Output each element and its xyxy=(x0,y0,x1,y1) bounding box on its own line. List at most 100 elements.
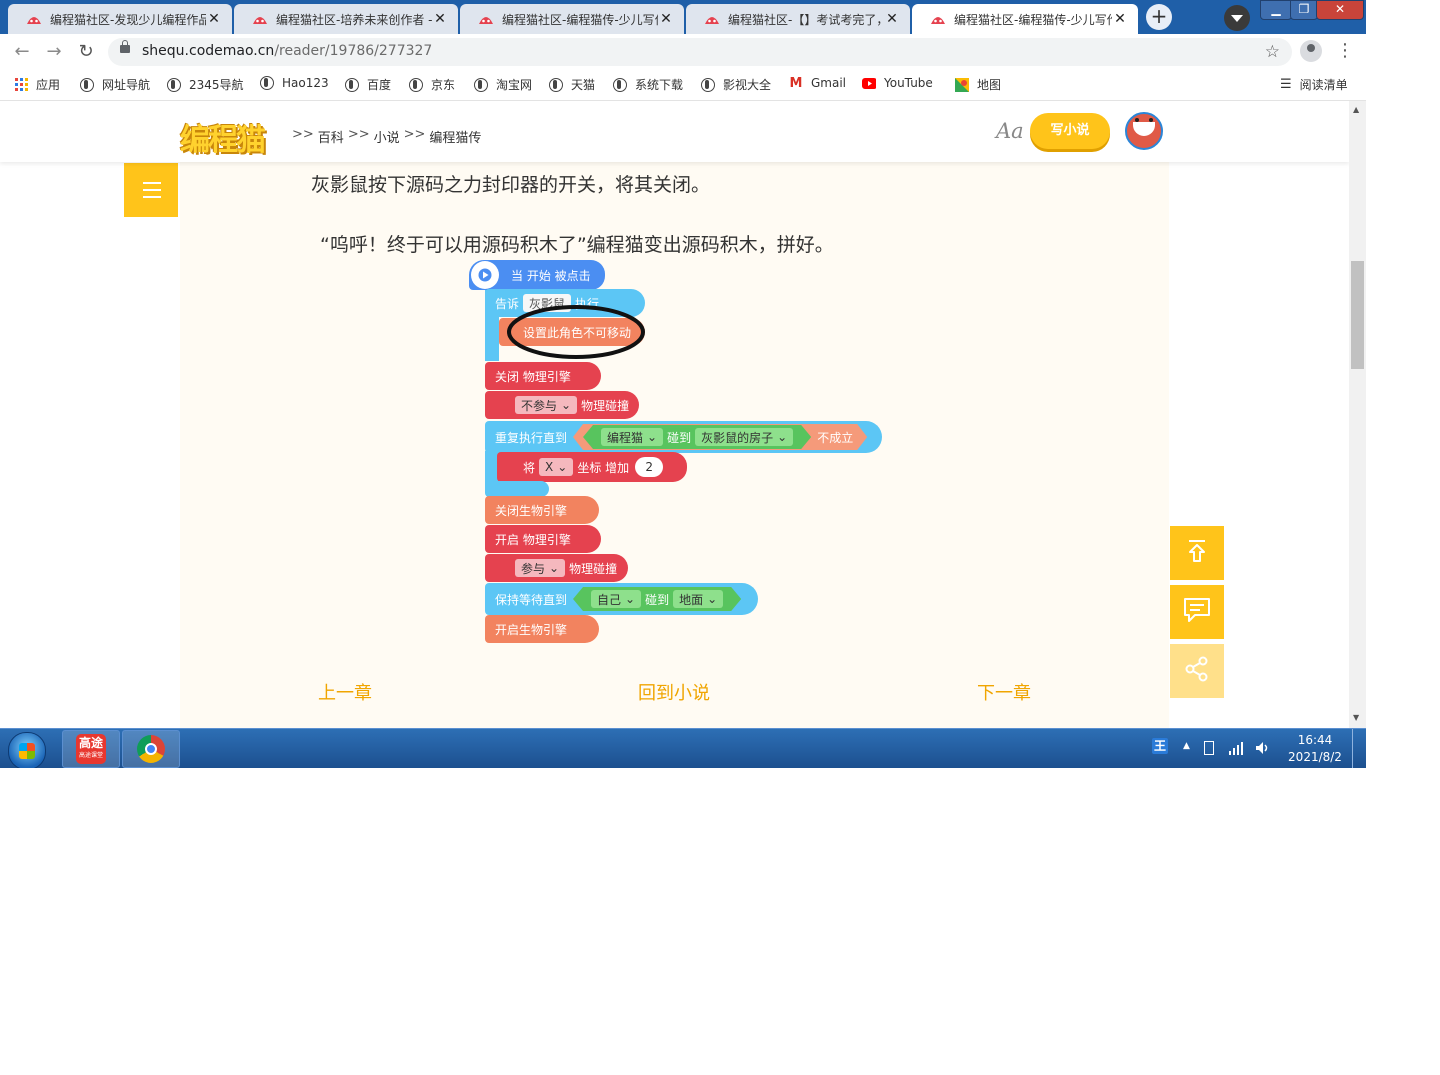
not-condition: 编程猫 ⌄ 碰到 灰影鼠的房子 ⌄ 不成立 xyxy=(573,424,867,450)
input-method-icon[interactable]: 王 xyxy=(1152,738,1168,754)
globe-icon xyxy=(701,77,715,92)
bookmark-label: YouTube xyxy=(884,76,933,90)
dropdown-value: 不参与 xyxy=(521,398,558,413)
open-physics-block: 开启 物理引擎 xyxy=(485,525,601,553)
close-window-button[interactable]: ✕ xyxy=(1316,0,1364,20)
breadcrumb-item[interactable]: 百科 xyxy=(318,127,344,146)
font-size-toggle[interactable]: Aa xyxy=(996,119,1024,143)
bookmark-item[interactable]: 网址导航 xyxy=(80,76,150,93)
page-viewport: 编程猫 >> 百科 >> 小说 >> 编程猫传 Aa 写小说 灰影鼠按下源码之力… xyxy=(0,101,1349,728)
change-coord-block: 将 X ⌄ 坐标 增加 2 xyxy=(497,452,687,482)
back-to-novel-link[interactable]: 回到小说 xyxy=(638,679,710,705)
system-clock[interactable]: 16:44 2021/8/2 xyxy=(1282,732,1348,766)
tab-4[interactable]: 编程猫社区-【】考试考完了， ✕ xyxy=(686,4,910,34)
scroll-down-arrow-icon[interactable]: ▼ xyxy=(1353,713,1359,722)
bookmark-item[interactable]: 淘宝网 xyxy=(474,76,532,93)
touch-ground-condition: 自己 ⌄ 碰到 地面 ⌄ xyxy=(573,587,741,611)
block-label: 物理碰撞 xyxy=(569,561,618,576)
globe-icon xyxy=(613,77,627,92)
tab-title: 编程猫社区-编程猫传-少儿写作 xyxy=(954,12,1112,27)
tab-3[interactable]: 编程猫社区-编程猫传-少儿写作 ✕ xyxy=(460,4,684,34)
block-label: 开启 物理引擎 xyxy=(495,532,571,547)
minimize-window-button[interactable]: ▁ xyxy=(1260,0,1292,20)
url-text[interactable]: shequ.codemao.cn/reader/19786/277327 xyxy=(142,43,432,59)
tab-1[interactable]: 编程猫社区-发现少儿编程作品 ✕ xyxy=(8,4,232,34)
bookmark-item[interactable]: 2345导航 xyxy=(167,76,244,93)
bookmark-item[interactable]: M Gmail xyxy=(789,76,846,91)
codemao-favicon-icon xyxy=(704,11,720,27)
tab-2[interactable]: 编程猫社区-培养未来创作者 - ✕ xyxy=(234,4,458,34)
bookmark-item[interactable]: 天猫 xyxy=(549,76,595,93)
maximize-window-button[interactable]: ❐ xyxy=(1290,0,1318,20)
write-novel-button[interactable]: 写小说 xyxy=(1030,113,1110,149)
block-label: 物理碰撞 xyxy=(581,398,630,413)
back-arrow-icon[interactable]: ← xyxy=(10,40,34,64)
taskbar-gaotu-app[interactable]: 高途 高途课堂 xyxy=(62,730,120,768)
bookmark-item[interactable]: Hao123 xyxy=(260,76,329,90)
close-tab-icon[interactable]: ✕ xyxy=(884,11,900,27)
bookmark-item[interactable]: YouTube xyxy=(862,76,933,90)
block-label: 当 开始 被点击 xyxy=(511,268,591,283)
close-tab-icon[interactable]: ✕ xyxy=(206,11,222,27)
breadcrumb-separator: >> xyxy=(347,127,370,142)
chevron-down-icon: ⌄ xyxy=(557,460,568,474)
network-signal-icon[interactable] xyxy=(1228,741,1244,758)
bookmark-apps[interactable]: 应用 xyxy=(14,76,60,93)
forward-arrow-icon[interactable]: → xyxy=(42,40,66,64)
page-scrollbar[interactable]: ▲ ▼ xyxy=(1349,101,1366,728)
show-desktop-button[interactable] xyxy=(1352,729,1366,768)
new-tab-button[interactable]: + xyxy=(1146,4,1172,30)
block-label: 碰到 xyxy=(667,430,692,445)
article-paragraph: 灰影鼠按下源码之力封印器的开关，将其关闭。 xyxy=(311,174,711,196)
globe-icon xyxy=(409,77,423,92)
table-of-contents-button[interactable] xyxy=(124,163,178,217)
block-label: 碰到 xyxy=(645,592,670,607)
scroll-to-top-button[interactable] xyxy=(1170,526,1224,580)
tab-title: 编程猫社区-【】考试考完了， xyxy=(728,12,884,27)
collide-join-block: 参与 ⌄ 物理碰撞 xyxy=(485,554,628,582)
start-button[interactable] xyxy=(8,732,46,768)
bookmark-star-icon[interactable]: ☆ xyxy=(1265,42,1280,62)
bookmark-item[interactable]: 地图 xyxy=(955,76,1001,93)
address-bar[interactable]: shequ.codemao.cn/reader/19786/277327 ☆ xyxy=(108,38,1292,66)
repeat-until-block: 重复执行直到 编程猫 ⌄ 碰到 灰影鼠的房子 ⌄ 不成立 xyxy=(485,421,882,453)
reading-list-button[interactable]: ☰ 阅读清单 xyxy=(1280,76,1348,93)
share-button[interactable] xyxy=(1170,644,1224,698)
tray-expand-icon[interactable]: ▲ xyxy=(1183,741,1190,751)
bookmark-item[interactable]: 京东 xyxy=(409,76,455,93)
scrollbar-thumb[interactable] xyxy=(1351,261,1364,369)
breadcrumb-item[interactable]: 编程猫传 xyxy=(429,127,481,146)
globe-icon xyxy=(167,77,181,92)
chevron-down-icon: ⌄ xyxy=(777,430,788,444)
comment-button[interactable] xyxy=(1170,585,1224,639)
increment-value: 2 xyxy=(635,457,664,477)
taskbar-chrome-app[interactable] xyxy=(122,730,180,768)
next-chapter-link[interactable]: 下一章 xyxy=(977,679,1031,705)
codemao-favicon-icon xyxy=(26,11,42,27)
prev-chapter-link[interactable]: 上一章 xyxy=(318,679,372,705)
close-tab-icon[interactable]: ✕ xyxy=(432,11,448,27)
scroll-up-arrow-icon[interactable]: ▲ xyxy=(1353,105,1359,114)
clock-time: 16:44 xyxy=(1297,733,1333,747)
bookmark-label: 2345导航 xyxy=(189,78,244,92)
bookmark-item[interactable]: 系统下载 xyxy=(613,76,683,93)
bookmark-item[interactable]: 百度 xyxy=(345,76,391,93)
account-avatar-icon[interactable] xyxy=(1300,40,1322,62)
close-tab-icon[interactable]: ✕ xyxy=(1112,11,1128,27)
site-logo[interactable]: 编程猫 xyxy=(180,115,266,159)
close-physics-block: 关闭 物理引擎 xyxy=(485,362,601,390)
chevron-down-icon: ⌄ xyxy=(647,430,658,444)
usb-device-icon[interactable] xyxy=(1204,741,1214,755)
close-tab-icon[interactable]: ✕ xyxy=(658,11,674,27)
tab-search-icon[interactable] xyxy=(1224,5,1250,31)
block-label: 将 xyxy=(523,460,536,475)
browser-menu-icon[interactable]: ⋮ xyxy=(1336,40,1354,61)
volume-icon[interactable] xyxy=(1254,740,1270,759)
user-avatar[interactable] xyxy=(1125,112,1163,150)
reading-list-icon: ☰ xyxy=(1280,77,1292,92)
tab-5-active[interactable]: 编程猫社区-编程猫传-少儿写作 ✕ xyxy=(912,4,1138,34)
reload-icon[interactable]: ↻ xyxy=(74,40,98,64)
dropdown-value: 自己 xyxy=(597,592,622,607)
breadcrumb-item[interactable]: 小说 xyxy=(374,127,400,146)
bookmark-item[interactable]: 影视大全 xyxy=(701,76,771,93)
